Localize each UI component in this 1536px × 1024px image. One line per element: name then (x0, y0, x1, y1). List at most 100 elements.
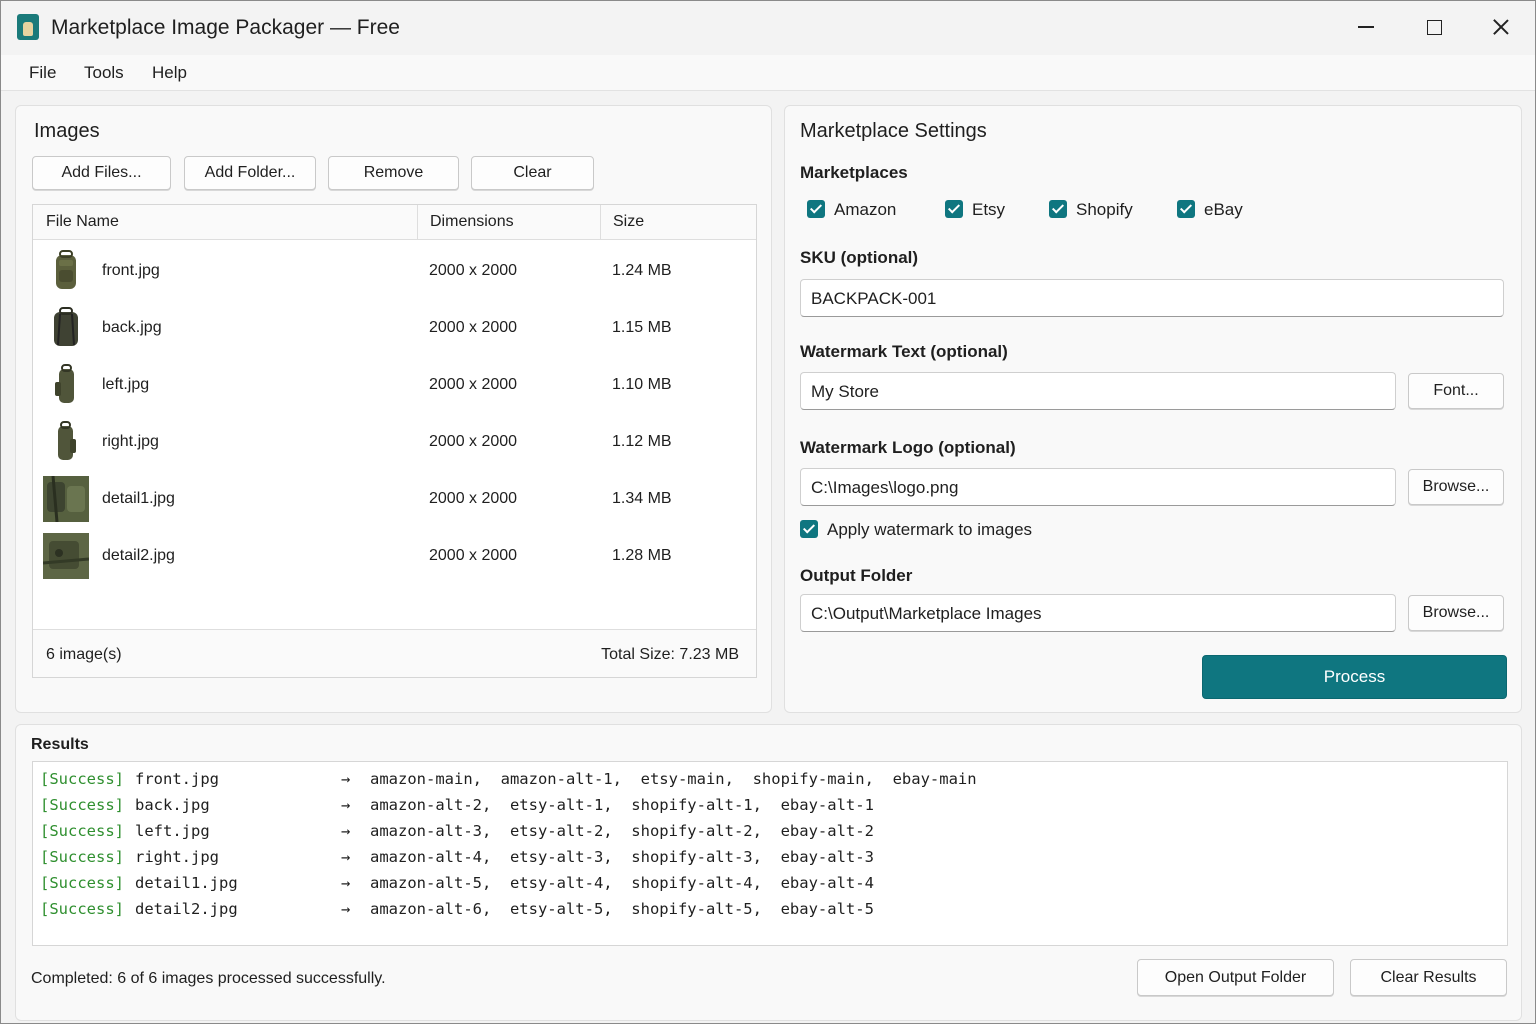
images-table[interactable]: File Name Dimensions Size front.jpg 2000… (32, 204, 757, 678)
file-name: detail2.jpg (102, 547, 175, 564)
table-row[interactable]: right.jpg 2000 x 2000 1.12 MB (33, 413, 756, 470)
remove-button[interactable]: Remove (328, 156, 459, 190)
table-row[interactable]: detail1.jpg 2000 x 2000 1.34 MB (33, 470, 756, 527)
shopify-checkbox[interactable] (1049, 200, 1067, 218)
arrow-icon: → (341, 900, 351, 918)
sku-input[interactable]: BACKPACK-001 (800, 279, 1504, 317)
maximize-button[interactable] (1411, 9, 1457, 45)
menu-tools[interactable]: Tools (84, 63, 124, 83)
backpack-detail-thumbnail-icon (43, 476, 89, 522)
results-log[interactable]: [Success] front.jpg → amazon-main, amazo… (32, 761, 1508, 946)
arrow-icon: → (341, 874, 351, 892)
title-bar[interactable]: Marketplace Image Packager — Free (1, 1, 1535, 55)
result-outputs: amazon-alt-6, etsy-alt-5, shopify-alt-5,… (370, 900, 874, 918)
process-button[interactable]: Process (1202, 655, 1507, 699)
menu-file[interactable]: File (29, 63, 56, 83)
result-outputs: amazon-alt-4, etsy-alt-3, shopify-alt-3,… (370, 848, 874, 866)
amazon-label[interactable]: Amazon (834, 200, 896, 220)
browse-logo-button[interactable]: Browse... (1408, 469, 1504, 505)
close-button[interactable] (1478, 9, 1524, 45)
shopify-label[interactable]: Shopify (1076, 200, 1133, 220)
result-status: [Success] (40, 822, 124, 840)
result-line: [Success] left.jpg → amazon-alt-3, etsy-… (33, 817, 1507, 843)
close-icon (1492, 18, 1510, 36)
apply-watermark-label[interactable]: Apply watermark to images (827, 520, 1032, 540)
table-row[interactable]: back.jpg 2000 x 2000 1.15 MB (33, 299, 756, 356)
font-button[interactable]: Font... (1408, 373, 1504, 409)
result-status: [Success] (40, 770, 124, 788)
result-file: detail1.jpg (135, 874, 238, 892)
column-dimensions[interactable]: Dimensions (430, 213, 514, 231)
minimize-button[interactable] (1343, 9, 1389, 45)
file-name: left.jpg (102, 376, 150, 393)
file-dimensions: 2000 x 2000 (429, 376, 518, 393)
result-line: [Success] back.jpg → amazon-alt-2, etsy-… (33, 791, 1507, 817)
add-folder-button[interactable]: Add Folder... (184, 156, 316, 190)
file-size: 1.12 MB (612, 433, 672, 450)
backpack-thumbnail-icon (54, 307, 78, 346)
result-file: right.jpg (135, 848, 219, 866)
etsy-label[interactable]: Etsy (972, 200, 1005, 220)
result-line: [Success] detail1.jpg → amazon-alt-5, et… (33, 869, 1507, 895)
file-name: back.jpg (102, 319, 162, 336)
result-file: back.jpg (135, 796, 210, 814)
sku-label: SKU (optional) (800, 248, 919, 267)
file-size: 1.24 MB (612, 262, 672, 279)
file-dimensions: 2000 x 2000 (429, 319, 518, 336)
app-window: Marketplace Image Packager — Free File T… (0, 0, 1536, 1024)
browse-output-button[interactable]: Browse... (1408, 595, 1504, 631)
watermark-text-input[interactable]: My Store (800, 372, 1396, 410)
results-title: Results (31, 736, 89, 753)
results-panel: Results [Success] front.jpg → amazon-mai… (15, 724, 1522, 1021)
output-folder-input[interactable]: C:\Output\Marketplace Images (800, 594, 1396, 632)
clear-results-button[interactable]: Clear Results (1350, 959, 1507, 996)
completion-status: Completed: 6 of 6 images processed succe… (31, 970, 386, 987)
ebay-checkbox[interactable] (1177, 200, 1195, 218)
result-line: [Success] detail2.jpg → amazon-alt-6, et… (33, 895, 1507, 921)
arrow-icon: → (341, 822, 351, 840)
image-count: 6 image(s) (46, 646, 122, 663)
file-size: 1.10 MB (612, 376, 672, 393)
marketplaces-label: Marketplaces (800, 163, 908, 182)
settings-panel: Marketplace Settings Marketplaces Amazon… (784, 105, 1522, 713)
apply-watermark-checkbox[interactable] (800, 520, 818, 538)
images-panel: Images Add Files... Add Folder... Remove… (15, 105, 772, 713)
watermark-text-label: Watermark Text (optional) (800, 342, 1008, 361)
result-status: [Success] (40, 796, 124, 814)
arrow-icon: → (341, 796, 351, 814)
ebay-label[interactable]: eBay (1204, 200, 1243, 220)
file-name: right.jpg (102, 433, 159, 450)
maximize-icon (1426, 19, 1442, 35)
result-line: [Success] front.jpg → amazon-main, amazo… (33, 765, 1507, 791)
result-status: [Success] (40, 848, 124, 866)
etsy-checkbox[interactable] (945, 200, 963, 218)
total-size: Total Size: 7.23 MB (601, 646, 739, 663)
result-file: left.jpg (135, 822, 210, 840)
amazon-checkbox[interactable] (807, 200, 825, 218)
column-size[interactable]: Size (613, 213, 644, 231)
column-file-name[interactable]: File Name (46, 213, 119, 231)
table-header: File Name Dimensions Size (33, 205, 756, 240)
file-dimensions: 2000 x 2000 (429, 262, 518, 279)
backpack-thumbnail-icon (56, 250, 76, 289)
file-name: detail1.jpg (102, 490, 175, 507)
result-file: front.jpg (135, 770, 219, 788)
table-row[interactable]: left.jpg 2000 x 2000 1.10 MB (33, 356, 756, 413)
clear-button[interactable]: Clear (471, 156, 594, 190)
arrow-icon: → (341, 770, 351, 788)
menu-help[interactable]: Help (152, 63, 187, 83)
table-row[interactable]: front.jpg 2000 x 2000 1.24 MB (33, 242, 756, 299)
result-status: [Success] (40, 874, 124, 892)
arrow-icon: → (341, 848, 351, 866)
watermark-logo-label: Watermark Logo (optional) (800, 438, 1016, 457)
add-files-button[interactable]: Add Files... (32, 156, 171, 190)
file-dimensions: 2000 x 2000 (429, 547, 518, 564)
result-outputs: amazon-alt-5, etsy-alt-4, shopify-alt-4,… (370, 874, 874, 892)
table-row[interactable]: detail2.jpg 2000 x 2000 1.28 MB (33, 527, 756, 584)
app-logo-icon (17, 14, 39, 40)
file-size: 1.15 MB (612, 319, 672, 336)
watermark-logo-input[interactable]: C:\Images\logo.png (800, 468, 1396, 506)
open-output-folder-button[interactable]: Open Output Folder (1137, 959, 1334, 996)
backpack-detail-thumbnail-icon (43, 533, 89, 579)
result-outputs: amazon-alt-2, etsy-alt-1, shopify-alt-1,… (370, 796, 874, 814)
